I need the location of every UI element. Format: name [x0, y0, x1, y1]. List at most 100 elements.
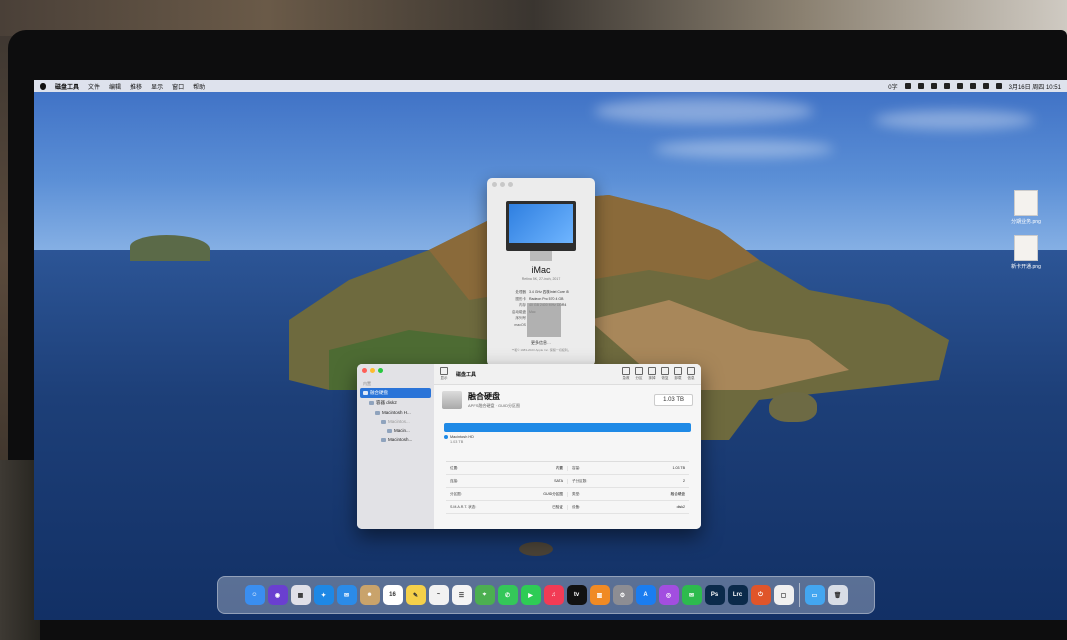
volume-icon [387, 428, 392, 433]
sidebar-item-label: Macintosh... [388, 437, 413, 442]
info-value: 内置 [555, 465, 563, 470]
info-value: disk2 [676, 504, 685, 509]
time-machine-icon[interactable] [982, 83, 989, 89]
sidebar-item-fusion-drive[interactable]: 融合硬盘 [360, 388, 431, 398]
imac-stand-icon [530, 251, 552, 261]
sidebar-view-icon [440, 367, 448, 375]
close-button[interactable] [362, 368, 367, 373]
music-icon[interactable]: ♫ [543, 585, 564, 605]
view-button[interactable]: 显示 [440, 367, 448, 381]
zoom-button[interactable] [378, 368, 383, 373]
sidebar-item-container[interactable]: 容器 disk2 [357, 398, 434, 408]
info-cell: 设备: disk2 [568, 505, 689, 510]
restore-button[interactable]: 恢复 [661, 367, 669, 381]
apple-icon[interactable] [40, 82, 46, 90]
sidebar-item-volume[interactable]: Macintos... [357, 417, 434, 426]
podcasts-icon[interactable]: ◎ [658, 585, 679, 605]
info-value: GUID分区图 [543, 491, 563, 496]
finder-icon[interactable]: ☺ [244, 585, 265, 605]
screen: 磁盘工具 文件 编辑 推移 显示 窗口 帮助 0字 3月16日 周四 10:51… [34, 80, 1067, 620]
info-cell: 类型: 融合硬盘 [568, 492, 689, 497]
freeform-icon[interactable]: ~ [428, 585, 449, 605]
control-center-icon[interactable] [969, 83, 976, 89]
menu-clock[interactable]: 3月16日 周四 10:51 [1009, 82, 1061, 91]
zoom-button[interactable] [508, 182, 513, 187]
info-row: 位置: 内置 容量: 1.03 TB [446, 462, 689, 475]
sidebar-item-label: Macintos... [388, 419, 410, 424]
first-aid-button[interactable]: 急救 [622, 367, 630, 381]
partition-icon [635, 367, 643, 375]
lightroom-classic-icon[interactable]: Lrc [727, 585, 748, 605]
serial-redaction [527, 303, 561, 337]
drive-icon [363, 391, 368, 395]
toolbar-label: 卸载 [674, 376, 682, 380]
sidebar-item-volume[interactable]: Macintosh H... [357, 408, 434, 417]
desktop-file[interactable]: 分期业务.png [1006, 190, 1046, 225]
desktop-file[interactable]: 新卡开通.png [1006, 235, 1046, 270]
app-store-icon[interactable]: A [635, 585, 656, 605]
calendar-icon[interactable]: 16 [382, 585, 403, 605]
copyright-text: ™和© 1983-2023 Apple Inc. 保留一切权利。 [511, 348, 571, 352]
desktop-file-label: 新卡开通.png [1011, 264, 1041, 270]
siri-icon[interactable] [995, 83, 1002, 89]
sidebar-item-label: 容器 disk2 [376, 400, 397, 405]
wifi-icon[interactable] [943, 83, 950, 89]
toolbar-label: 信息 [687, 376, 695, 380]
cloud [594, 98, 814, 124]
info-button[interactable]: 信息 [687, 367, 695, 381]
legend-name: Macintosh HD [450, 435, 474, 439]
info-key: S.M.A.R.T. 状态: [450, 504, 477, 509]
battery-icon[interactable] [917, 83, 924, 89]
toolbar-label: 急救 [622, 376, 630, 380]
photoshop-icon[interactable]: Ps [704, 585, 725, 605]
messages-icon[interactable]: ✆ [497, 585, 518, 605]
trash-icon[interactable]: 🗑 [827, 585, 848, 605]
menu-bar: 磁盘工具 文件 编辑 推移 显示 窗口 帮助 0字 3月16日 周四 10:51 [34, 80, 1067, 92]
menu-edit[interactable]: 编辑 [109, 82, 121, 91]
stethoscope-icon [622, 367, 630, 375]
info-cell: 容量: 1.03 TB [568, 466, 689, 471]
reminders-icon[interactable]: ☰ [451, 585, 472, 605]
sidebar-item-volume[interactable]: Macintosh... [357, 435, 434, 444]
maps-icon[interactable]: ⌖ [474, 585, 495, 605]
launchpad-icon[interactable]: ▦ [290, 585, 311, 605]
info-key: 设备: [572, 504, 581, 509]
safari-icon[interactable]: ✦ [313, 585, 334, 605]
mic-icon[interactable] [904, 83, 911, 89]
downloads-folder-icon[interactable]: ▭ [804, 585, 825, 605]
sidebar-section-internal: 内置 [363, 381, 371, 386]
more-info-button[interactable]: 更多信息… [521, 340, 561, 346]
menu-view[interactable]: 显示 [151, 82, 163, 91]
mail-icon[interactable]: ✉ [336, 585, 357, 605]
menu-help[interactable]: 帮助 [193, 82, 205, 91]
wechat-icon[interactable]: ✉ [681, 585, 702, 605]
erase-button[interactable]: 抹掉 [648, 367, 656, 381]
keyboard-icon[interactable] [930, 83, 937, 89]
sidebar-item-label: Macin... [394, 428, 410, 433]
unmount-button[interactable]: 卸载 [674, 367, 682, 381]
notes-icon[interactable]: ✎ [405, 585, 426, 605]
info-cell: 分区图: GUID分区图 [446, 491, 568, 497]
books-icon[interactable]: ▥ [589, 585, 610, 605]
system-settings-icon[interactable]: ⚙ [612, 585, 633, 605]
erase-icon [648, 367, 656, 375]
partition-button[interactable]: 分区 [635, 367, 643, 381]
contacts-icon[interactable]: ☻ [359, 585, 380, 605]
menu-app-name[interactable]: 磁盘工具 [55, 82, 79, 91]
tv-icon[interactable]: tv [566, 585, 587, 605]
menu-window[interactable]: 窗口 [172, 82, 184, 91]
search-icon[interactable] [956, 83, 963, 89]
menu-images[interactable]: 推移 [130, 82, 142, 91]
close-button[interactable] [492, 182, 497, 187]
word-count-status[interactable]: 0字 [888, 82, 897, 91]
siri-icon[interactable]: ◉ [267, 585, 288, 605]
preview-icon[interactable]: ▢ [773, 585, 794, 605]
minimize-button[interactable] [370, 368, 375, 373]
toolbar-label: 分区 [635, 376, 643, 380]
minimize-button[interactable] [500, 182, 505, 187]
menu-file[interactable]: 文件 [88, 82, 100, 91]
power-app-icon[interactable]: ⏻ [750, 585, 771, 605]
facetime-icon[interactable]: ▶ [520, 585, 541, 605]
info-value: 1.03 TB [672, 465, 685, 470]
sidebar-item-volume[interactable]: Macin... [357, 426, 434, 435]
